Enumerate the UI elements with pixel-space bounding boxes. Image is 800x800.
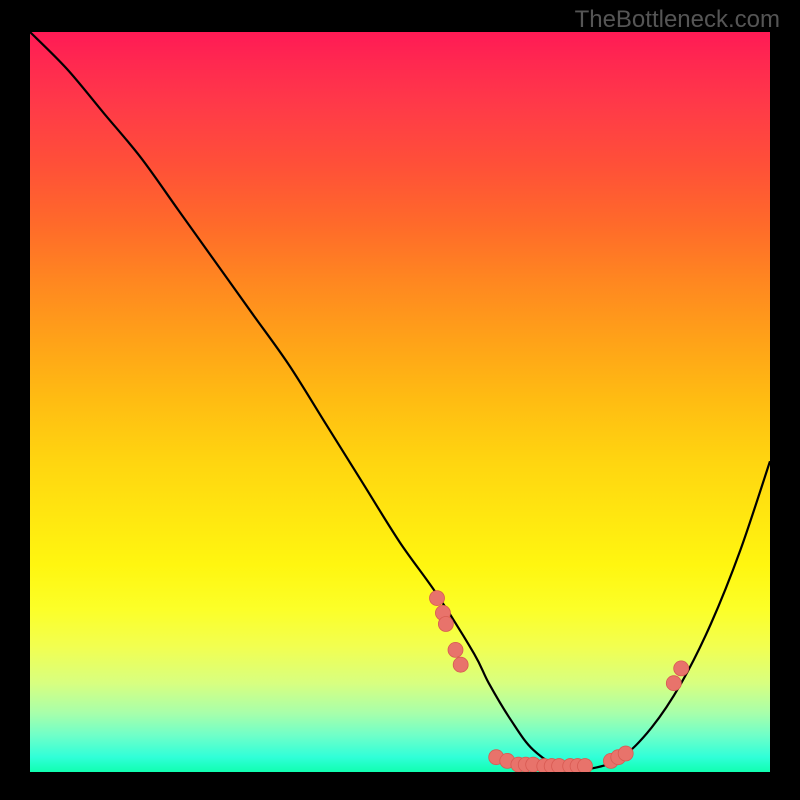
data-point (674, 661, 689, 676)
data-point (618, 746, 633, 761)
chart-plot-area (30, 32, 770, 772)
watermark-text: TheBottleneck.com (575, 6, 780, 34)
data-point (453, 657, 468, 672)
data-point (578, 759, 593, 772)
data-point (438, 617, 453, 632)
data-point (666, 676, 681, 691)
data-point (448, 642, 463, 657)
data-points-group (430, 591, 689, 772)
data-point (430, 591, 445, 606)
bottleneck-curve (30, 32, 770, 770)
chart-svg (30, 32, 770, 772)
